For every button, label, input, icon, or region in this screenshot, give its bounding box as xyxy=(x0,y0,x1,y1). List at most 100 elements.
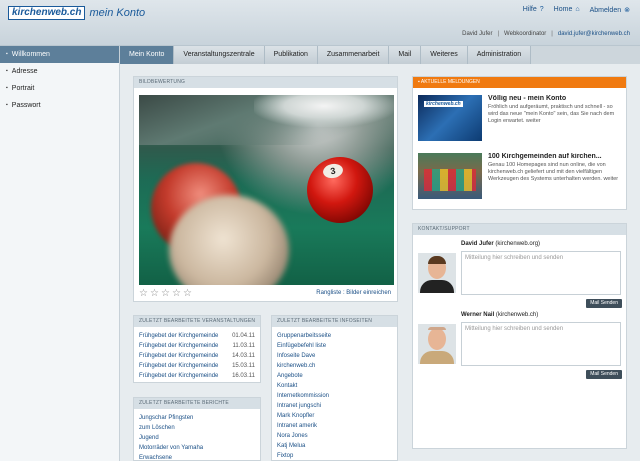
tab-publikation[interactable]: Publikation xyxy=(264,46,318,64)
news-thumbnail[interactable]: kirchenweb.ch xyxy=(418,95,482,141)
panel-heading: ZULETZT BEARBEITETE VERANSTALTUNGEN xyxy=(134,316,260,327)
infopage-link[interactable]: Internetkommission xyxy=(277,391,329,401)
bullet-icon: ▪ xyxy=(6,102,8,108)
message-textarea[interactable]: Mitteilung hier schreiben und senden xyxy=(461,251,621,295)
tab-administration[interactable]: Administration xyxy=(467,46,532,64)
list-item: Frühgebet der Kirchgemeinde 11.03.11 xyxy=(139,341,255,351)
logout-link[interactable]: Abmelden ⊗ xyxy=(590,6,630,14)
contact-org: (kirchenweb.ch) xyxy=(495,312,539,318)
event-link[interactable]: Frühgebet der Kirchgemeinde xyxy=(139,331,218,341)
infopage-link[interactable]: Mark Knopfler xyxy=(277,411,314,421)
avatar-hair xyxy=(428,256,446,264)
news-title[interactable]: Völlig neu - mein Konto xyxy=(488,95,624,102)
logo-subtitle: mein Konto xyxy=(89,7,146,19)
news-heading-label: AKTUELLE MELDUNGEN xyxy=(420,79,480,85)
send-mail-button[interactable]: Mail Senden xyxy=(586,299,622,308)
news-thumbnail[interactable] xyxy=(418,153,482,199)
send-mail-button[interactable]: Mail Senden xyxy=(586,370,622,379)
recent-events-panel: ZULETZT BEARBEITETE VERANSTALTUNGEN Früh… xyxy=(133,315,261,383)
infopage-link[interactable]: kirchenweb.ch xyxy=(277,361,315,371)
report-link[interactable]: Motorräder von Yamaha xyxy=(139,443,203,453)
top-links: Hilfe? Home ⌂ Abmelden ⊗ xyxy=(523,6,630,14)
contact-card: David Jufer (kirchenweb.org) Mitteilung … xyxy=(418,241,624,311)
avatar-hair xyxy=(428,327,446,330)
news-item[interactable]: kirchenweb.ch Völlig neu - mein Konto Fr… xyxy=(418,95,624,143)
tab-mail[interactable]: Mail xyxy=(389,46,422,64)
sidebar-item-passwort[interactable]: ▪ Passwort xyxy=(0,97,119,114)
sidebar-item-label: Adresse xyxy=(11,68,38,75)
logout-icon: ⊗ xyxy=(624,7,630,14)
user-email[interactable]: david.jufer@kirchenweb.ch xyxy=(558,31,630,37)
event-link[interactable]: Frühgebet der Kirchgemeinde xyxy=(139,341,218,351)
chairs-image xyxy=(424,169,476,191)
home-link[interactable]: Home ⌂ xyxy=(554,6,580,14)
separator: | xyxy=(551,31,553,37)
report-link[interactable]: Jugend xyxy=(139,433,159,443)
infopage-link[interactable]: Angebote xyxy=(277,371,303,381)
help-label: Hilfe xyxy=(522,6,537,13)
contact-name: David Jufer (kirchenweb.org) xyxy=(461,241,540,247)
sidebar-item-label: Portrait xyxy=(11,85,35,92)
sidebar-item-portrait[interactable]: ▪ Portrait xyxy=(0,80,119,97)
list-item: Intranet amerik xyxy=(277,421,392,431)
event-link[interactable]: Frühgebet der Kirchgemeinde xyxy=(139,351,218,361)
event-date: 01.04.11 xyxy=(232,333,255,339)
user-bar: David Jufer | Webkoordinator | david.juf… xyxy=(462,31,630,37)
star-icon[interactable]: ☆ xyxy=(139,289,149,299)
header: kirchenweb.ch mein Konto Hilfe? Home ⌂ Ab… xyxy=(0,0,640,46)
report-link[interactable]: Erwachsene xyxy=(139,453,172,461)
avatar xyxy=(418,253,456,293)
ranking-link[interactable]: Rangliste : Bilder einreichen xyxy=(316,290,391,296)
list-item: Jugend xyxy=(139,433,255,443)
news-panel: ▪ AKTUELLE MELDUNGEN kirchenweb.ch Völli… xyxy=(412,76,627,210)
user-role: Webkoordinator xyxy=(504,31,547,37)
infopage-link[interactable]: Einfügebefehl liste xyxy=(277,341,326,351)
sidebar-item-adresse[interactable]: ▪ Adresse xyxy=(0,63,119,80)
event-date: 16.03.11 xyxy=(232,373,255,379)
infopage-link[interactable]: Infoseite Dave xyxy=(277,351,315,361)
recent-infopages-panel: ZULETZT BEARBEITETE INFOSEITEN Gruppenar… xyxy=(271,315,398,461)
tab-mein-konto[interactable]: Mein Konto xyxy=(120,46,175,64)
main-tabs: Mein Konto Veranstaltungszentrale Publik… xyxy=(120,46,640,64)
help-link[interactable]: Hilfe? xyxy=(523,6,544,14)
list-item: Kontakt xyxy=(277,381,392,391)
star-icon[interactable]: ☆ xyxy=(150,289,160,299)
list-item: Frühgebet der Kirchgemeinde 01.04.11 xyxy=(139,331,255,341)
infopage-link[interactable]: Kontakt xyxy=(277,381,297,391)
infopage-link[interactable]: Gruppenarbeitsseite xyxy=(277,331,331,341)
event-link[interactable]: Frühgebet der Kirchgemeinde xyxy=(139,361,218,371)
news-item[interactable]: 100 Kirchgemeinden auf kirchen... Genau … xyxy=(418,153,624,201)
list-item: Katj Melua xyxy=(277,441,392,451)
sidebar-item-willkommen[interactable]: ▪ Willkommen xyxy=(0,46,119,63)
infopage-link[interactable]: Fixtop xyxy=(277,451,293,461)
help-icon: ? xyxy=(539,6,544,13)
infopage-link[interactable]: Katj Melua xyxy=(277,441,305,451)
image-rating-panel: BILDBEWERTUNG 3 ☆ ☆ ☆ ☆ ☆ Rangliste : Bi… xyxy=(133,76,398,302)
event-link[interactable]: Frühgebet der Kirchgemeinde xyxy=(139,371,218,381)
news-title[interactable]: 100 Kirchgemeinden auf kirchen... xyxy=(488,153,624,160)
thumbnail-logo: kirchenweb.ch xyxy=(424,101,463,107)
infopage-link[interactable]: Nora Jones xyxy=(277,431,308,441)
star-icon[interactable]: ☆ xyxy=(172,289,182,299)
tab-weiteres[interactable]: Weiteres xyxy=(421,46,468,64)
home-icon: ⌂ xyxy=(575,6,580,13)
avatar-body xyxy=(420,280,454,293)
contact-card: Werner Nail (kirchenweb.ch) Mitteilung h… xyxy=(418,312,624,382)
message-textarea[interactable]: Mitteilung hier schreiben und senden xyxy=(461,322,621,366)
logo-text: kirchenweb.ch xyxy=(8,6,86,20)
tab-zusammenarbeit[interactable]: Zusammenarbeit xyxy=(317,46,390,64)
list-item: Frühgebet der Kirchgemeinde 14.03.11 xyxy=(139,351,255,361)
contact-org: (kirchenweb.org) xyxy=(495,241,541,247)
logo[interactable]: kirchenweb.ch mein Konto xyxy=(8,6,145,20)
sidebar: ▪ Willkommen ▪ Adresse ▪ Portrait ▪ Passwort xyxy=(0,46,120,461)
infopage-link[interactable]: Intranet amerik xyxy=(277,421,317,431)
separator: | xyxy=(497,31,500,37)
star-icon[interactable]: ☆ xyxy=(183,289,193,299)
list-item: kirchenweb.ch xyxy=(277,361,392,371)
infopage-link[interactable]: Intranet jungschi xyxy=(277,401,321,411)
list-item: Intranet jungschi xyxy=(277,401,392,411)
report-link[interactable]: Jungschar Pfingsten xyxy=(139,413,193,423)
report-link[interactable]: zum Löschen xyxy=(139,423,175,433)
star-icon[interactable]: ☆ xyxy=(161,289,171,299)
tab-veranstaltungszentrale[interactable]: Veranstaltungszentrale xyxy=(174,46,265,64)
